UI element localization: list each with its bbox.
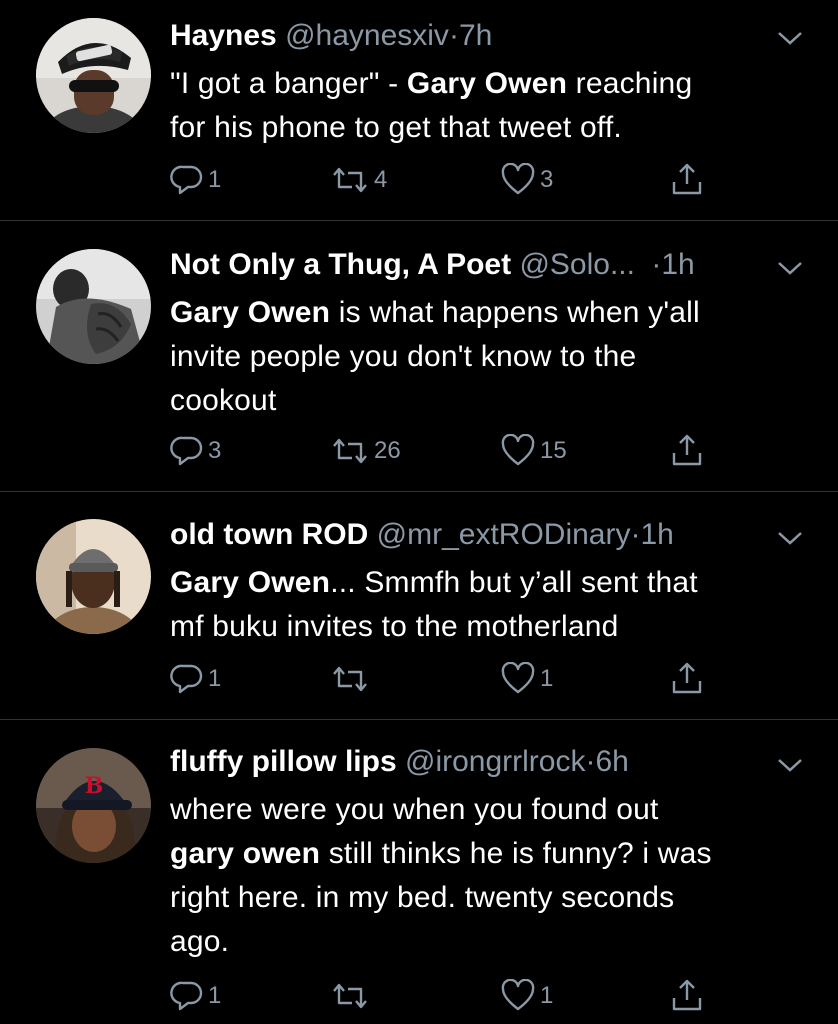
tweet-text-part: where were you when you found out xyxy=(170,793,659,826)
avatar[interactable] xyxy=(36,519,151,634)
tweet-text-bold: gary owen xyxy=(170,837,321,870)
heart-icon xyxy=(501,434,535,466)
like-count: 15 xyxy=(540,437,567,464)
tweet[interactable]: Not Only a Thug, A Poet @Solo... ·1h Gar… xyxy=(0,221,838,491)
heart-icon xyxy=(501,163,535,195)
avatar-bw-tattoo-icon xyxy=(36,249,151,364)
reply-button[interactable]: 1 xyxy=(170,976,221,1016)
separator: · xyxy=(585,745,596,778)
timestamp[interactable]: 6h xyxy=(595,745,628,778)
share-button[interactable] xyxy=(670,976,708,1016)
author-name[interactable]: Not Only a Thug, A Poet xyxy=(170,248,511,281)
reply-icon xyxy=(170,981,203,1011)
tweet-actions: 1 4 3 xyxy=(170,160,730,200)
author-handle[interactable]: @irongrrlrock xyxy=(405,745,585,778)
retweet-icon xyxy=(333,438,367,464)
author-handle[interactable]: @mr_extRODinary xyxy=(377,518,631,551)
retweet-count: 26 xyxy=(374,437,401,464)
author-handle[interactable]: @Solo... xyxy=(519,248,635,281)
separator: · xyxy=(448,19,459,52)
like-button[interactable]: 15 xyxy=(500,431,567,471)
reply-icon xyxy=(170,436,203,466)
like-count: 1 xyxy=(540,982,554,1009)
reply-icon xyxy=(170,165,203,195)
reply-count: 3 xyxy=(208,437,222,464)
chevron-down-icon xyxy=(778,532,802,545)
share-icon xyxy=(672,434,702,466)
tweet[interactable]: old town ROD @mr_extRODinary·1h Gary Owe… xyxy=(0,492,838,719)
like-count: 1 xyxy=(540,665,554,692)
reply-button[interactable]: 1 xyxy=(170,160,221,200)
tweet-actions: 1 1 xyxy=(170,659,730,699)
avatar-red-sox-cap-icon: B xyxy=(36,748,151,863)
tweet-text: Gary Owen is what happens when y'all inv… xyxy=(170,291,790,423)
share-button[interactable] xyxy=(670,659,708,699)
avatar[interactable] xyxy=(36,249,151,364)
heart-icon xyxy=(501,662,535,694)
like-count: 3 xyxy=(540,166,554,193)
heart-icon xyxy=(501,979,535,1011)
author-name[interactable]: fluffy pillow lips xyxy=(170,745,397,778)
retweet-icon xyxy=(333,666,367,692)
author-handle[interactable]: @haynesxiv xyxy=(285,19,449,52)
share-button[interactable] xyxy=(670,431,708,471)
author-name[interactable]: old town ROD xyxy=(170,518,368,551)
like-button[interactable]: 1 xyxy=(500,976,553,1016)
author-name[interactable]: Haynes xyxy=(170,19,277,52)
more-options-button[interactable] xyxy=(775,28,805,48)
chevron-down-icon xyxy=(778,759,802,772)
more-options-button[interactable] xyxy=(775,755,805,775)
retweet-button[interactable] xyxy=(330,976,374,1016)
tweet-actions: 1 1 xyxy=(170,976,730,1016)
tweet-text-bold: Gary Owen xyxy=(406,67,568,100)
timestamp[interactable]: 1h xyxy=(640,518,673,551)
share-icon xyxy=(672,163,702,195)
like-button[interactable]: 3 xyxy=(500,160,553,200)
reply-button[interactable]: 1 xyxy=(170,659,221,699)
avatar[interactable] xyxy=(36,18,151,133)
retweet-count: 4 xyxy=(374,166,388,193)
retweet-button[interactable]: 4 xyxy=(330,160,387,200)
more-options-button[interactable] xyxy=(775,258,805,278)
chevron-down-icon xyxy=(778,32,802,45)
separator: · xyxy=(651,248,662,281)
tweet-text: Gary Owen... Smmfh but y’all sent that m… xyxy=(170,561,790,649)
reply-count: 1 xyxy=(208,665,222,692)
tweet-text: "I got a banger" - Gary Owen reaching fo… xyxy=(170,62,790,150)
avatar-beanie-icon xyxy=(36,519,151,634)
share-button[interactable] xyxy=(670,160,708,200)
svg-text:B: B xyxy=(85,773,104,799)
reply-count: 1 xyxy=(208,166,222,193)
timestamp[interactable]: 7h xyxy=(459,19,492,52)
tweet-text-part: "I got a banger" - xyxy=(170,67,407,100)
separator: · xyxy=(630,518,641,551)
timestamp[interactable]: 1h xyxy=(661,248,694,281)
tweet-text-bold: Gary Owen xyxy=(170,566,331,599)
tweet[interactable]: B fluffy pillow lips @irongrrlrock·6h wh… xyxy=(0,720,838,1024)
tweet[interactable]: Haynes @haynesxiv·7h "I got a banger" - … xyxy=(0,0,838,220)
retweet-button[interactable]: 26 xyxy=(330,431,401,471)
tweet-feed: Haynes @haynesxiv·7h "I got a banger" - … xyxy=(0,0,838,1024)
avatar-new-york-cap-icon xyxy=(36,18,151,133)
tweet-header: Haynes @haynesxiv·7h xyxy=(170,18,790,54)
reply-button[interactable]: 3 xyxy=(170,431,221,471)
tweet-text: where were you when you found out gary o… xyxy=(170,788,790,964)
like-button[interactable]: 1 xyxy=(500,659,553,699)
share-icon xyxy=(672,979,702,1011)
chevron-down-icon xyxy=(778,262,802,275)
retweet-icon xyxy=(333,167,367,193)
tweet-actions: 3 26 15 xyxy=(170,431,730,471)
reply-icon xyxy=(170,664,203,694)
share-icon xyxy=(672,662,702,694)
more-options-button[interactable] xyxy=(775,528,805,548)
tweet-header: Not Only a Thug, A Poet @Solo... ·1h xyxy=(170,247,790,283)
retweet-button[interactable] xyxy=(330,659,374,699)
tweet-header: fluffy pillow lips @irongrrlrock·6h xyxy=(170,744,790,780)
avatar[interactable]: B xyxy=(36,748,151,863)
retweet-icon xyxy=(333,983,367,1009)
reply-count: 1 xyxy=(208,982,222,1009)
tweet-header: old town ROD @mr_extRODinary·1h xyxy=(170,517,790,553)
tweet-text-bold: Gary Owen xyxy=(170,296,331,329)
